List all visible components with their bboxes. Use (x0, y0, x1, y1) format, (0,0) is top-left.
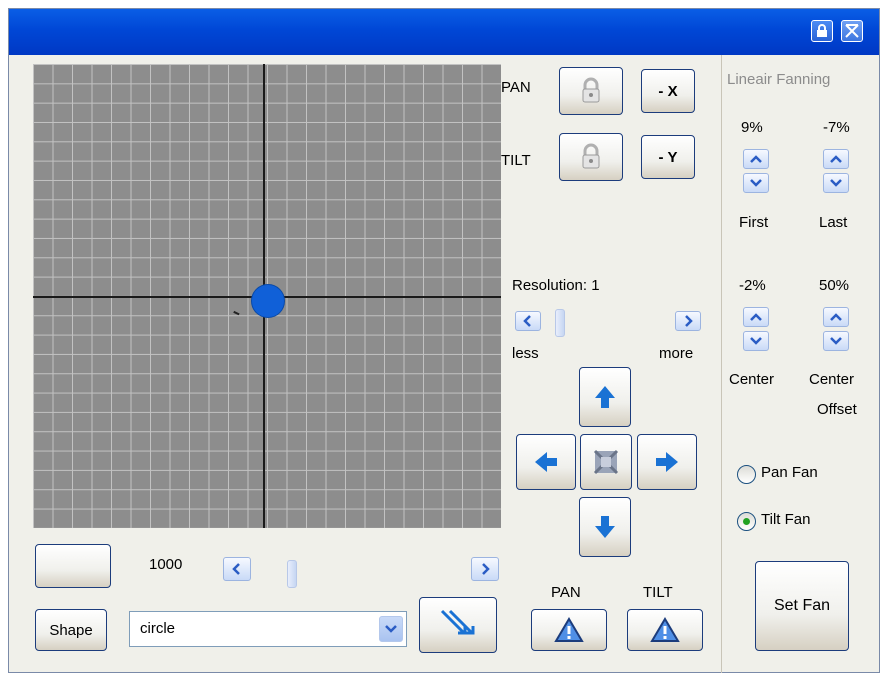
center-label: Center (729, 371, 775, 388)
center-offset-increase-button[interactable] (823, 307, 849, 327)
position-marker (232, 310, 240, 318)
chevron-down-icon (830, 337, 842, 345)
last-label: Last (819, 214, 848, 231)
size-value: 1000 (149, 556, 183, 573)
fanning-window: PAN - X TILT - Y Resolution: 1 less more (8, 8, 880, 673)
size-decrease-button[interactable] (223, 557, 251, 581)
size-slider-thumb[interactable] (287, 560, 297, 588)
chevron-left-icon (232, 563, 240, 575)
invert-x-button[interactable]: - X (641, 69, 695, 113)
center-button[interactable] (580, 434, 632, 490)
move-right-button[interactable] (637, 434, 697, 490)
arrow-left-icon (535, 452, 557, 472)
center-value: -2% (739, 277, 766, 294)
warning-icon (650, 617, 680, 642)
blank-button[interactable] (35, 544, 111, 588)
tilt-label: TILT (501, 152, 531, 169)
chevron-up-icon (830, 313, 842, 321)
pan-reset-label: PAN (551, 584, 581, 601)
center-icon (593, 449, 619, 475)
chevron-right-icon (685, 315, 693, 327)
chevron-left-icon (523, 315, 531, 327)
first-increase-button[interactable] (743, 149, 769, 169)
first-decrease-button[interactable] (743, 173, 769, 193)
warning-icon (554, 617, 584, 642)
move-up-button[interactable] (579, 367, 631, 427)
set-fan-button[interactable]: Set Fan (755, 561, 849, 651)
move-left-button[interactable] (516, 434, 576, 490)
center-offset-decrease-button[interactable] (823, 331, 849, 351)
close-icon[interactable] (841, 20, 863, 42)
position-handle[interactable] (251, 284, 285, 318)
tilt-warning-button[interactable] (627, 609, 703, 651)
pan-warning-button[interactable] (531, 609, 607, 651)
chevron-up-icon (830, 155, 842, 163)
title-bar (9, 9, 879, 55)
first-label: First (739, 214, 769, 231)
fanning-title: Lineair Fanning (727, 71, 831, 88)
chevron-down-icon[interactable] (379, 616, 403, 642)
shape-select[interactable]: circle (129, 611, 407, 647)
chevron-down-icon (750, 337, 762, 345)
center-offset-value: 50% (819, 277, 850, 294)
padlock-icon (582, 77, 600, 103)
swap-direction-button[interactable] (419, 597, 497, 653)
tilt-fan-label: Tilt Fan (761, 511, 811, 528)
shape-button[interactable]: Shape (35, 609, 107, 651)
chevron-up-icon (750, 155, 762, 163)
center-offset-label-line1: Center (809, 371, 855, 388)
lock-icon[interactable] (811, 20, 833, 42)
resolution-increase-button[interactable] (675, 311, 701, 331)
less-label: less (512, 345, 539, 362)
arrow-right-icon (656, 452, 678, 472)
last-increase-button[interactable] (823, 149, 849, 169)
padlock-icon (582, 143, 600, 169)
pan-fan-label: Pan Fan (761, 464, 818, 481)
first-value: 9% (741, 119, 763, 136)
tilt-lock-button[interactable] (559, 133, 623, 181)
last-decrease-button[interactable] (823, 173, 849, 193)
chevron-right-icon (482, 563, 490, 575)
chevron-down-icon (750, 179, 762, 187)
resolution-label: Resolution: 1 (512, 277, 600, 294)
last-value: -7% (823, 119, 850, 136)
pan-lock-button[interactable] (559, 67, 623, 115)
pan-tilt-pad[interactable] (33, 64, 501, 528)
center-increase-button[interactable] (743, 307, 769, 327)
center-decrease-button[interactable] (743, 331, 769, 351)
tilt-reset-label: TILT (643, 584, 673, 601)
resolution-decrease-button[interactable] (515, 311, 541, 331)
arrow-down-icon (595, 516, 615, 538)
chevron-down-icon (830, 179, 842, 187)
size-increase-button[interactable] (471, 557, 499, 581)
radio-selected-dot (743, 518, 750, 525)
panel-divider (721, 55, 722, 673)
diagonal-arrows-icon (440, 609, 475, 635)
invert-y-button[interactable]: - Y (641, 135, 695, 179)
pan-label: PAN (501, 79, 531, 96)
tilt-fan-radio[interactable] (737, 512, 756, 531)
move-down-button[interactable] (579, 497, 631, 557)
resolution-slider-thumb[interactable] (555, 309, 565, 337)
shape-select-value: circle (140, 620, 176, 637)
arrow-up-icon (595, 386, 615, 408)
chevron-up-icon (750, 313, 762, 321)
pan-fan-radio[interactable] (737, 465, 756, 484)
more-label: more (659, 345, 694, 362)
center-offset-label-line2: Offset (817, 401, 857, 418)
